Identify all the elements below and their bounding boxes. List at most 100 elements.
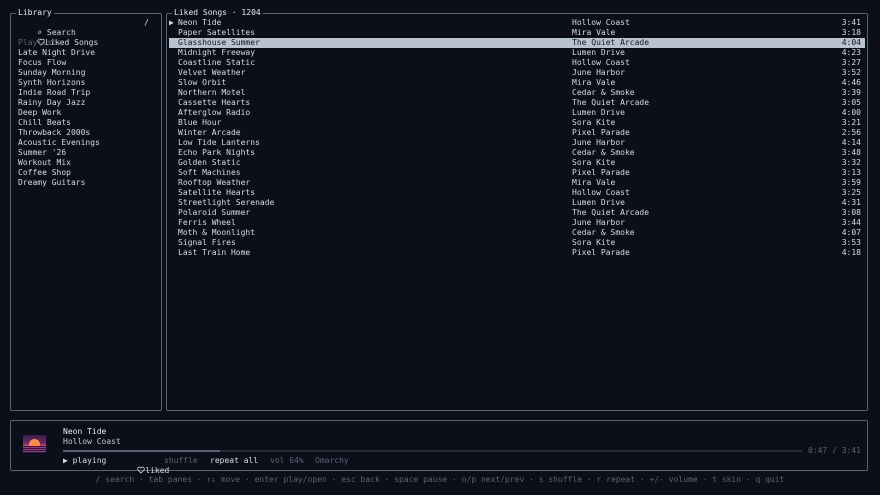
song-row[interactable]: Afterglow Radio Lumen Drive 4:00 [169,108,865,118]
playlist-item[interactable]: Dreamy Guitars [18,178,85,188]
song-row[interactable]: Last Train Home Pixel Parade 4:18 [169,248,865,258]
time-display: 0:47 / 3:41 [808,446,861,455]
song-row[interactable]: Ferris Wheel June Harbor 3:44 [169,218,865,228]
song-duration: 3:32 [841,158,861,167]
playlist-item[interactable]: Workout Mix [18,158,71,168]
song-title: Soft Machines [178,168,241,177]
album-cover [23,435,46,453]
now-playing-title: Neon Tide [63,427,107,436]
device-name: Omarchy [315,456,349,465]
playlists-header: Playlists [18,38,62,47]
song-duration: 4:04 [841,38,861,47]
playlist-item[interactable]: Deep Work [18,108,61,118]
player-panel: Neon Tide Hollow Coast 0:47 / 3:41 ▶ pla… [10,420,868,475]
song-row[interactable]: Blue Hour Sora Kite 3:21 [169,118,865,128]
song-row[interactable]: Coastline Static Hollow Coast 3:27 [169,58,865,68]
song-duration: 3:52 [841,68,861,77]
song-title: Rooftop Weather [178,178,251,187]
song-duration: 3:13 [841,168,861,177]
liked-label: liked [145,466,170,475]
song-title: Low Tide Lanterns [178,138,260,147]
song-title: Glasshouse Summer [178,38,260,47]
song-title: Paper Satellites [178,28,256,37]
song-row[interactable]: Polaroid Summer The Quiet Arcade 3:08 [169,208,865,218]
song-duration: 4:31 [841,198,861,207]
song-row[interactable]: Winter Arcade Pixel Parade 2:56 [169,128,865,138]
song-title: Signal Fires [178,238,236,247]
song-artist: The Quiet Arcade [572,98,650,107]
song-duration: 4:23 [841,48,861,57]
song-duration: 3:41 [841,18,861,27]
keyboard-help-bar: / search · tab panes · ↑↓ move · enter p… [95,475,785,484]
song-artist: Sora Kite [572,118,616,127]
song-row[interactable]: Paper Satellites Mira Vale 3:18 [169,28,865,38]
playlist-item[interactable]: Coffee Shop [18,168,71,178]
songs-title: Liked Songs · 1204 [172,8,263,18]
song-duration: 2:56 [841,128,861,137]
song-artist: June Harbor [572,218,625,227]
song-title: Slow Orbit [178,78,227,87]
song-title: Coastline Static [178,58,256,67]
song-row-selected[interactable]: Glasshouse Summer The Quiet Arcade 4:04 [169,38,865,48]
song-row[interactable]: Signal Fires Sora Kite 3:53 [169,238,865,248]
song-row[interactable]: Moth & Moonlight Cedar & Smoke 4:07 [169,228,865,238]
song-title: Streetlight Serenade [178,198,275,207]
playlist-item[interactable]: Chill Beats [18,118,71,128]
playlist-item[interactable]: Focus Flow [18,58,66,68]
playlist-item[interactable]: Summer '26 [18,148,66,158]
song-artist: Lumen Drive [572,108,625,117]
song-title: Ferris Wheel [178,218,236,227]
song-title: Blue Hour [178,118,222,127]
song-artist: June Harbor [572,68,625,77]
song-artist: The Quiet Arcade [572,208,650,217]
song-duration: 3:18 [841,28,861,37]
song-duration: 4:07 [841,228,861,237]
library-title: Library [16,8,54,18]
search-item[interactable]: ⌕ Search / [18,18,156,37]
song-title: Afterglow Radio [178,108,251,117]
song-duration: 3:48 [841,148,861,157]
playlist-item[interactable]: Late Night Drive [18,48,95,58]
song-duration: 4:18 [841,248,861,257]
song-artist: Pixel Parade [572,248,630,257]
song-duration: 3:25 [841,188,861,197]
song-row[interactable]: Soft Machines Pixel Parade 3:13 [169,168,865,178]
song-duration: 3:44 [841,218,861,227]
song-row[interactable]: Slow Orbit Mira Vale 4:46 [169,78,865,88]
playlist-item[interactable]: Sunday Morning [18,68,85,78]
play-state-button[interactable]: ▶ playing [63,456,106,466]
progress-bar[interactable] [63,450,802,452]
song-row[interactable]: Golden Static Sora Kite 3:32 [169,158,865,168]
playlist-item[interactable]: Throwback 2000s [18,128,90,138]
song-artist: Mira Vale [572,78,616,87]
playlist-item[interactable]: Rainy Day Jazz [18,98,85,108]
liked-songs-item[interactable]: Liked Songs [18,28,98,47]
song-title: Moth & Moonlight [178,228,256,237]
song-row[interactable]: Rooftop Weather Mira Vale 3:59 [169,178,865,188]
song-row[interactable]: Northern Motel Cedar & Smoke 3:39 [169,88,865,98]
song-row[interactable]: Cassette Hearts The Quiet Arcade 3:05 [169,98,865,108]
song-title: Satellite Hearts [178,188,256,197]
repeat-toggle[interactable]: repeat all [210,456,258,466]
song-row[interactable]: Echo Park Nights Cedar & Smoke 3:48 [169,148,865,158]
song-duration: 3:39 [841,88,861,97]
song-row[interactable]: Satellite Hearts Hollow Coast 3:25 [169,188,865,198]
song-row[interactable]: Midnight Freeway Lumen Drive 4:23 [169,48,865,58]
songs-panel: Liked Songs · 1204 ▶ Neon Tide Hollow Coas… [166,8,868,411]
shuffle-toggle[interactable]: shuffle [164,456,198,466]
volume-display[interactable]: vol 64% [270,456,304,466]
song-row[interactable]: Velvet Weather June Harbor 3:52 [169,68,865,78]
song-duration: 4:46 [841,78,861,87]
playlist-item[interactable]: Indie Road Trip [18,88,90,98]
song-row[interactable]: ▶ Neon Tide Hollow Coast 3:41 [169,18,865,28]
song-artist: Sora Kite [572,238,616,247]
song-title: Winter Arcade [178,128,241,137]
song-title: Neon Tide [178,18,222,27]
playlist-item[interactable]: Synth Horizons [18,78,85,88]
search-shortcut: / [144,18,149,27]
song-title: Northern Motel [178,88,246,97]
playlist-item[interactable]: Acoustic Evenings [18,138,100,148]
song-artist: Lumen Drive [572,48,625,57]
song-row[interactable]: Streetlight Serenade Lumen Drive 4:31 [169,198,865,208]
song-row[interactable]: Low Tide Lanterns June Harbor 4:14 [169,138,865,148]
